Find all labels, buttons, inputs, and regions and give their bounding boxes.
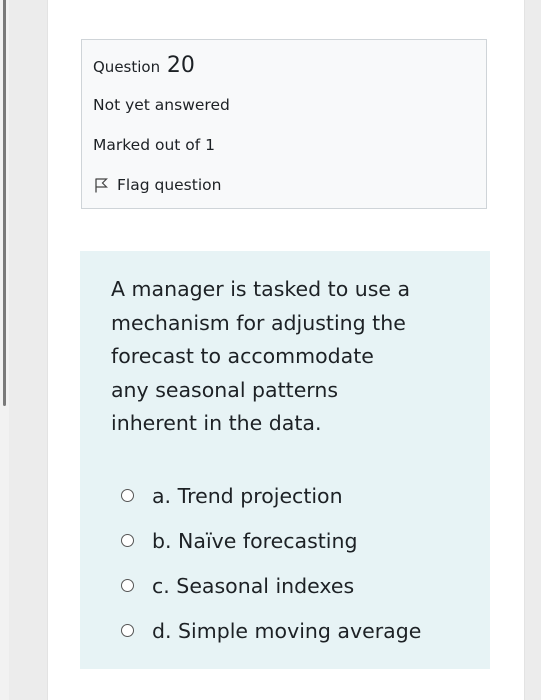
answer-label[interactable]: b. Naïve forecasting (152, 529, 358, 553)
flag-question-label: Flag question (117, 176, 222, 194)
question-label: Question (93, 58, 161, 76)
question-number: 20 (166, 53, 195, 78)
answer-option-c[interactable]: c. Seasonal indexes (121, 563, 481, 608)
answer-label[interactable]: d. Simple moving average (152, 619, 421, 643)
question-text-line: any seasonal patterns (111, 377, 339, 402)
answer-label[interactable]: c. Seasonal indexes (152, 574, 354, 598)
scrollbar-thumb[interactable] (3, 0, 6, 406)
question-text-line: forecast to accommodate (111, 344, 374, 368)
answer-option-a[interactable]: a. Trend projection (121, 473, 481, 518)
answer-options: a. Trend projection b. Naïve forecasting… (121, 473, 481, 653)
radio-unchecked-icon[interactable] (121, 534, 134, 547)
radio-unchecked-icon[interactable] (121, 489, 134, 502)
question-state: Not yet answered (93, 96, 230, 114)
question-text: A manager is tasked to use a mechanism f… (111, 273, 456, 441)
left-scrollbar-track[interactable] (0, 0, 9, 700)
question-text-line: inherent in the data. (111, 411, 322, 435)
flag-question-link[interactable]: Flag question (93, 176, 221, 194)
question-formulation: A manager is tasked to use a mechanism f… (80, 251, 490, 669)
question-text-line: mechanism for adjusting the (111, 310, 406, 335)
radio-unchecked-icon[interactable] (121, 624, 134, 637)
question-header: Question 20 (93, 53, 195, 78)
flag-outline-icon (95, 178, 108, 193)
answer-option-b[interactable]: b. Naïve forecasting (121, 518, 481, 563)
question-grade: Marked out of 1 (93, 136, 216, 154)
question-info-panel: Question 20 Not yet answered Marked out … (81, 39, 487, 209)
radio-unchecked-icon[interactable] (121, 579, 134, 592)
answer-label[interactable]: a. Trend projection (152, 484, 343, 508)
question-text-line: A manager is tasked to use a (111, 277, 411, 301)
answer-option-d[interactable]: d. Simple moving average (121, 608, 481, 653)
